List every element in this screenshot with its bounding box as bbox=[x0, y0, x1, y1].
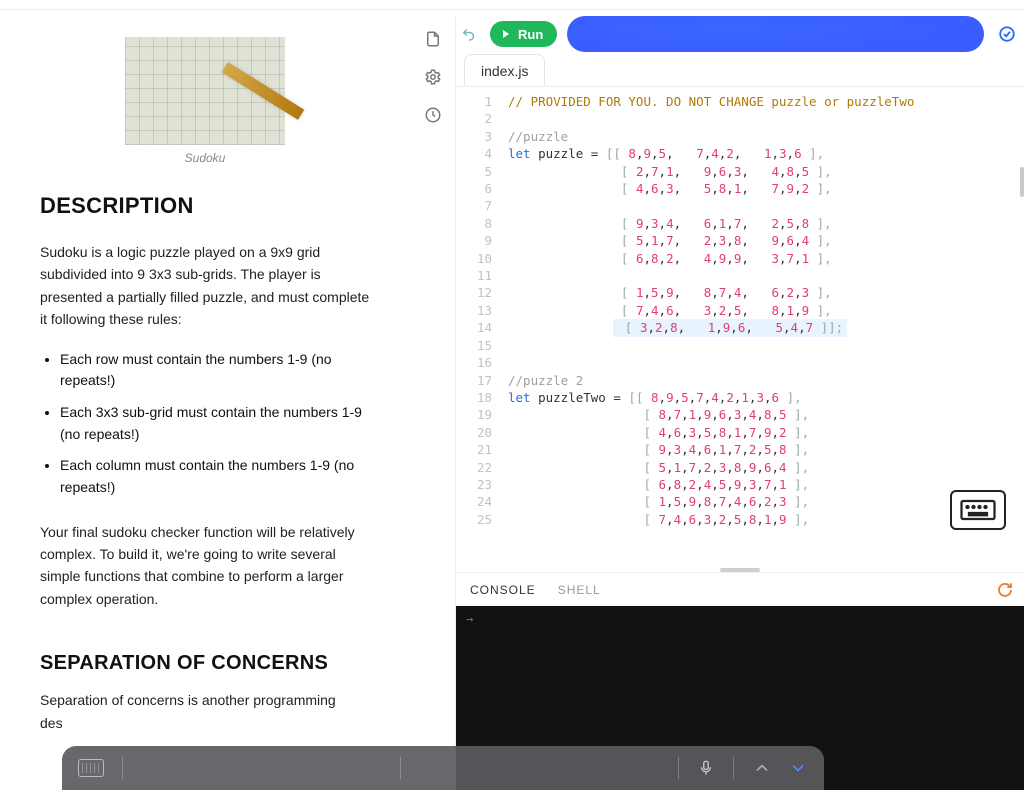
editor-tabs: index.js bbox=[456, 51, 1024, 87]
rule-item: Each column must contain the numbers 1-9… bbox=[60, 455, 370, 498]
refresh-icon[interactable] bbox=[996, 581, 1014, 599]
run-button[interactable]: Run bbox=[490, 21, 557, 47]
rule-item: Each row must contain the numbers 1-9 (n… bbox=[60, 349, 370, 392]
mic-icon[interactable] bbox=[697, 759, 715, 777]
image-caption: Sudoku bbox=[40, 151, 370, 165]
divider bbox=[400, 757, 401, 779]
divider bbox=[122, 757, 123, 779]
description-panel: Sudoku DESCRIPTION Sudoku is a logic puz… bbox=[0, 17, 410, 790]
ide-icon-rail bbox=[410, 17, 456, 790]
bottom-dock bbox=[62, 746, 824, 790]
run-label: Run bbox=[518, 27, 543, 42]
file-icon[interactable] bbox=[423, 29, 443, 49]
heading-description: DESCRIPTION bbox=[40, 193, 370, 219]
terminal-tabs: CONSOLE SHELL bbox=[456, 572, 1024, 606]
rules-list: Each row must contain the numbers 1-9 (n… bbox=[40, 349, 370, 499]
ide-panel: Run index.js 123456789101112131415161718… bbox=[410, 17, 1024, 790]
line-gutter: 1234567891011121314151617181920212223242… bbox=[456, 87, 500, 572]
toolbar: Run bbox=[456, 17, 1024, 51]
annotation-blob bbox=[567, 16, 984, 52]
undo-icon[interactable] bbox=[458, 23, 480, 45]
history-icon[interactable] bbox=[423, 105, 443, 125]
keyboard-icon[interactable] bbox=[950, 490, 1006, 530]
explain-paragraph: Your final sudoku checker function will … bbox=[40, 521, 370, 611]
rule-item: Each 3x3 sub-grid must contain the numbe… bbox=[60, 402, 370, 445]
sudoku-image bbox=[125, 37, 285, 145]
console-prompt: → bbox=[466, 612, 473, 626]
divider bbox=[678, 757, 679, 779]
dock-keyboard-icon[interactable] bbox=[78, 759, 104, 777]
chevron-down-icon[interactable] bbox=[788, 758, 808, 778]
intro-paragraph: Sudoku is a logic puzzle played on a 9x9… bbox=[40, 241, 370, 331]
cutoff-paragraph: Separation of concerns is another progra… bbox=[40, 689, 370, 734]
code-body[interactable]: // PROVIDED FOR YOU. DO NOT CHANGE puzzl… bbox=[500, 87, 1024, 572]
heading-separation: SEPARATION OF CONCERNS bbox=[40, 652, 370, 675]
check-icon[interactable] bbox=[998, 25, 1016, 43]
divider bbox=[733, 757, 734, 779]
raise-hand-link[interactable]: Raise Hand bbox=[957, 0, 1014, 2]
resize-handle[interactable] bbox=[720, 568, 760, 572]
tab-console[interactable]: CONSOLE bbox=[470, 583, 536, 597]
tab-indexjs[interactable]: index.js bbox=[464, 54, 545, 86]
tab-shell[interactable]: SHELL bbox=[558, 583, 601, 597]
gear-icon[interactable] bbox=[423, 67, 443, 87]
dock-nav bbox=[752, 758, 808, 778]
code-editor[interactable]: 1234567891011121314151617181920212223242… bbox=[456, 87, 1024, 572]
chevron-up-icon[interactable] bbox=[752, 758, 772, 778]
